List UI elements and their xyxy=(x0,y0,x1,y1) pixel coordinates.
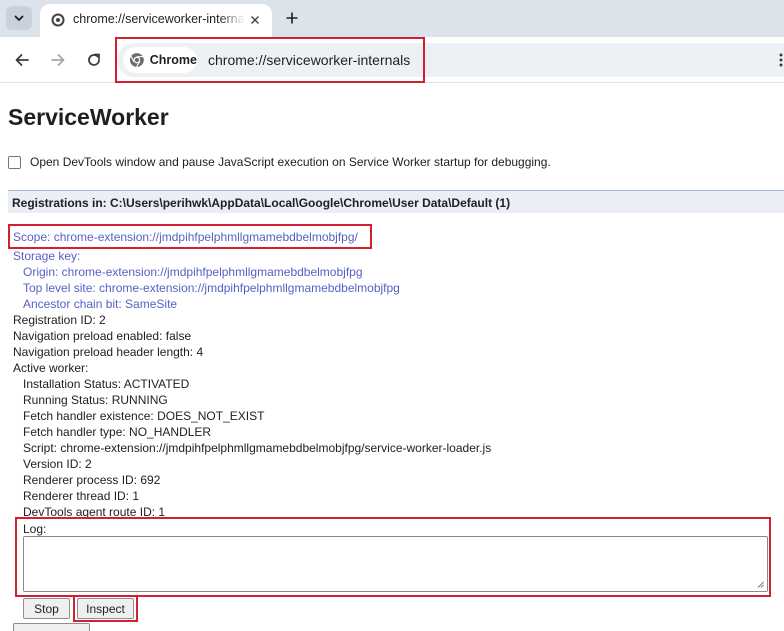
devtools-agent-route-id: DevTools agent route ID: 1 xyxy=(23,505,166,519)
reload-button[interactable] xyxy=(83,49,105,71)
unregister-button-partial[interactable] xyxy=(13,623,90,631)
log-textarea[interactable] xyxy=(23,536,768,592)
stop-button[interactable]: Stop xyxy=(23,598,70,619)
running-status: Running Status: RUNNING xyxy=(23,393,168,407)
page-title: ServiceWorker xyxy=(8,104,169,130)
forward-arrow-icon xyxy=(51,54,65,66)
tab-close-button[interactable] xyxy=(247,12,263,28)
site-info-chip[interactable]: Chrome xyxy=(123,47,197,73)
more-menu-icon[interactable] xyxy=(778,53,784,67)
ancestor-chain-bit-value: Ancestor chain bit: SameSite xyxy=(23,297,178,311)
registration-details: Scope: chrome-extension://jmdpihfpelphml… xyxy=(13,226,491,520)
scope-link[interactable]: Scope: chrome-extension://jmdpihfpelphml… xyxy=(13,226,491,248)
storage-key-label: Storage key: xyxy=(13,249,81,263)
url-text[interactable]: chrome://serviceworker-internals xyxy=(208,52,410,68)
nav-preload-header-length: Navigation preload header length: 4 xyxy=(13,345,204,359)
active-worker-label: Active worker: xyxy=(13,361,89,375)
browser-toolbar: Chrome chrome://serviceworker-internals xyxy=(0,37,784,83)
debug-on-startup-checkbox[interactable] xyxy=(8,155,21,169)
tab-strip: chrome://serviceworker-internals xyxy=(0,0,784,37)
forward-button[interactable] xyxy=(47,49,69,71)
renderer-thread-id: Renderer thread ID: 1 xyxy=(23,489,140,503)
chrome-logo-icon xyxy=(129,53,144,68)
tab-search-button[interactable] xyxy=(6,6,32,30)
registrations-header: Registrations in: C:\Users\perihwk\AppDa… xyxy=(8,190,784,213)
new-tab-button[interactable] xyxy=(280,7,304,29)
chip-label: Chrome xyxy=(149,53,197,67)
fetch-handler-existence: Fetch handler existence: DOES_NOT_EXIST xyxy=(23,409,265,423)
inspect-button[interactable]: Inspect xyxy=(77,598,134,619)
version-id: Version ID: 2 xyxy=(23,457,92,471)
close-icon xyxy=(251,16,259,24)
debug-option-row: Open DevTools window and pause JavaScrip… xyxy=(8,155,551,169)
registration-id: Registration ID: 2 xyxy=(13,313,106,327)
reload-icon xyxy=(88,53,100,66)
top-level-site-value: Top level site: chrome-extension://jmdpi… xyxy=(23,281,400,295)
resize-grip-icon[interactable] xyxy=(756,580,764,588)
origin-value: Origin: chrome-extension://jmdpihfpelphm… xyxy=(23,265,363,279)
tab-serviceworker-internals[interactable]: chrome://serviceworker-internals xyxy=(40,4,272,37)
chevron-down-icon xyxy=(14,15,24,21)
log-label: Log: xyxy=(23,522,47,536)
tab-title: chrome://serviceworker-internals xyxy=(73,12,245,26)
address-bar[interactable]: Chrome chrome://serviceworker-internals xyxy=(117,43,784,77)
back-button[interactable] xyxy=(11,49,33,71)
worker-script: Script: chrome-extension://jmdpihfpelphm… xyxy=(23,441,492,455)
log-section: Log: xyxy=(15,519,770,596)
installation-status: Installation Status: ACTIVATED xyxy=(23,377,190,391)
plus-icon xyxy=(286,12,298,24)
renderer-process-id: Renderer process ID: 692 xyxy=(23,473,161,487)
fetch-handler-type: Fetch handler type: NO_HANDLER xyxy=(23,425,212,439)
nav-preload-enabled: Navigation preload enabled: false xyxy=(13,329,192,343)
back-arrow-icon xyxy=(15,54,29,66)
debug-option-label: Open DevTools window and pause JavaScrip… xyxy=(30,155,551,169)
chrome-settings-icon xyxy=(51,13,65,27)
